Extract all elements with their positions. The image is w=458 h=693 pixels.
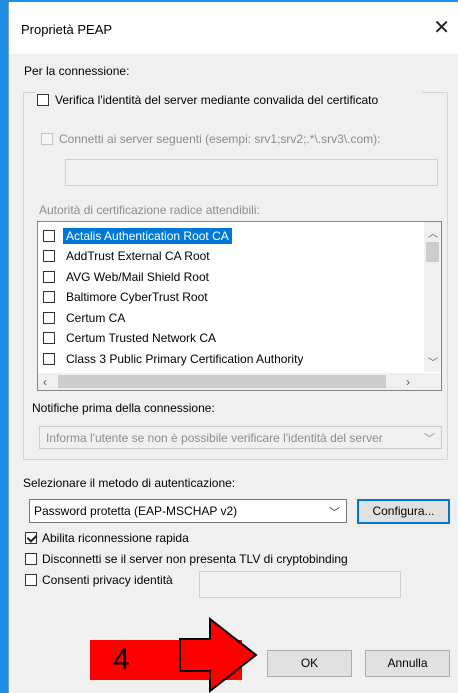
notifications-select[interactable]: Informa l'utente se non è possibile veri… — [39, 426, 442, 449]
scroll-up-icon[interactable]: ︿ — [428, 225, 438, 240]
notifications-value: Informa l'utente se non è possibile veri… — [46, 431, 383, 445]
list-item-label: Class 3 Public Primary Certification Aut… — [66, 352, 304, 366]
chevron-down-icon: ﹀ — [424, 433, 435, 445]
trusted-ca-list[interactable]: Actalis Authentication Root CA AddTrust … — [37, 221, 442, 391]
connect-servers-label: Connetti ai server seguenti (esempi: srv… — [59, 132, 381, 146]
list-item[interactable]: AVG Web/Mail Shield Root — [38, 267, 422, 287]
horizontal-scroll-thumb[interactable] — [58, 375, 386, 388]
trusted-ca-label: Autorità di certificazione radice attend… — [39, 203, 260, 217]
fast-reconnect-checkbox[interactable] — [25, 532, 37, 544]
list-item-label: Actalis Authentication Root CA — [63, 228, 232, 244]
servers-input[interactable] — [65, 159, 438, 186]
scroll-right-icon[interactable]: › — [406, 375, 410, 389]
fast-reconnect-label: Abilita riconnessione rapida — [42, 531, 189, 545]
auth-method-value: Password protetta (EAP-MSCHAP v2) — [34, 504, 238, 518]
list-item-label: Certum Trusted Network CA — [66, 331, 217, 345]
vertical-scroll-thumb[interactable] — [426, 242, 439, 262]
list-item-checkbox[interactable] — [43, 291, 55, 303]
list-item-checkbox[interactable] — [43, 250, 55, 262]
identity-privacy-label: Consenti privacy identità — [42, 573, 173, 587]
disconnect-tlv-label: Disconnetti se il server non presenta TL… — [42, 552, 348, 566]
step-arrow-icon — [179, 617, 258, 693]
list-item-label: Baltimore CyberTrust Root — [66, 290, 208, 304]
connect-servers-checkbox[interactable] — [41, 133, 53, 145]
ok-button[interactable]: OK — [267, 650, 352, 677]
scroll-left-icon[interactable]: ‹ — [43, 375, 47, 389]
verify-server-option[interactable]: Verifica l'identità del server mediante … — [35, 91, 422, 109]
close-icon[interactable]: ✕ — [433, 15, 450, 40]
list-item[interactable]: Class 3 Public Primary Certification Aut… — [38, 349, 422, 369]
list-item-label: AddTrust External CA Root — [66, 249, 210, 263]
connection-header: Per la connessione: — [24, 64, 130, 78]
list-item[interactable]: Actalis Authentication Root CA — [38, 226, 422, 246]
disconnect-tlv-checkbox[interactable] — [25, 553, 37, 565]
cancel-button[interactable]: Annulla — [365, 650, 450, 677]
chevron-down-icon: ﹀ — [329, 507, 340, 519]
title-bar: Proprietà PEAP ✕ — [9, 2, 458, 54]
peap-properties-dialog: Proprietà PEAP ✕ Per la connessione: Ver… — [8, 2, 458, 693]
list-item-label: AVG Web/Mail Shield Root — [66, 270, 209, 284]
list-item[interactable]: AddTrust External CA Root — [38, 246, 422, 266]
list-item-checkbox[interactable] — [43, 271, 55, 283]
configure-button[interactable]: Configura... — [357, 499, 450, 524]
auth-method-label: Selezionare il metodo di autenticazione: — [23, 476, 236, 490]
identity-privacy-input[interactable] — [199, 571, 401, 598]
list-item[interactable]: Certum CA — [38, 308, 422, 328]
scroll-down-icon[interactable]: ﹀ — [428, 354, 438, 369]
list-item[interactable]: Certum Trusted Network CA — [38, 328, 422, 348]
list-item-checkbox[interactable] — [43, 332, 55, 344]
list-item-checkbox[interactable] — [43, 230, 55, 242]
scroll-corner — [424, 373, 441, 390]
list-item-checkbox[interactable] — [43, 353, 55, 365]
identity-privacy-checkbox[interactable] — [25, 574, 37, 586]
verify-server-label: Verifica l'identità del server mediante … — [55, 93, 379, 107]
verify-server-checkbox[interactable] — [37, 94, 49, 106]
list-item[interactable]: Baltimore CyberTrust Root — [38, 287, 422, 307]
notifications-label: Notifiche prima della connessione: — [32, 401, 215, 415]
auth-method-select[interactable]: Password protetta (EAP-MSCHAP v2) ﹀ — [29, 499, 347, 523]
list-item-checkbox[interactable] — [43, 312, 55, 324]
window-title: Proprietà PEAP — [21, 22, 113, 37]
horizontal-scrollbar[interactable]: ‹ › — [38, 373, 424, 390]
vertical-scrollbar[interactable]: ︿ ﹀ — [424, 222, 441, 372]
list-item-label: Certum CA — [66, 311, 126, 325]
